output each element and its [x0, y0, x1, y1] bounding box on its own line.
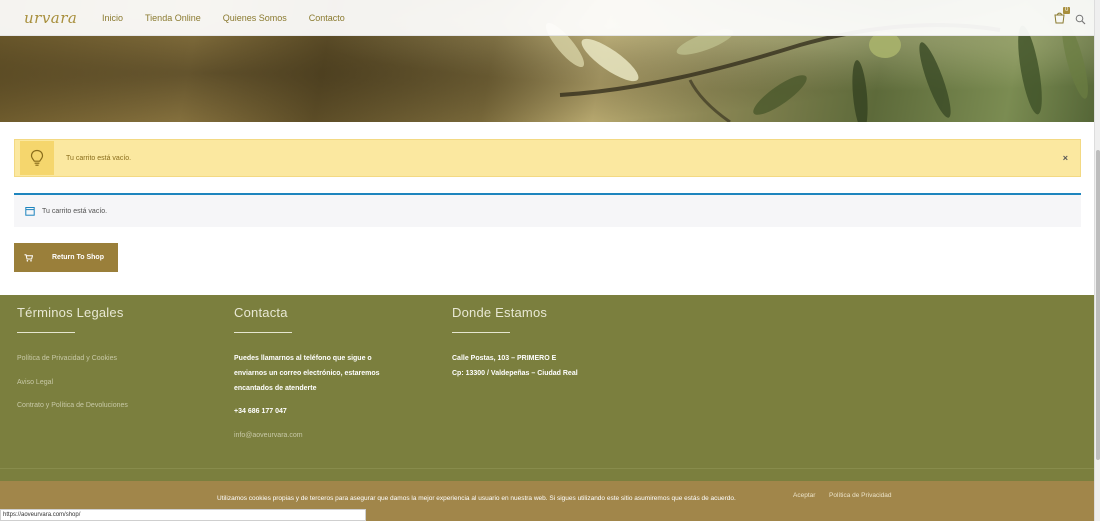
- contact-text-line: Puedes llamarnos al teléfono que sigue o: [234, 355, 372, 362]
- shopping-cart-icon: [24, 253, 33, 262]
- contact-email-link[interactable]: info@aoveurvara.com: [234, 432, 303, 439]
- privacy-cookies-link[interactable]: Política de Privacidad y Cookies: [17, 355, 117, 362]
- address-line: Cp: 13300 / Valdepeñas – Ciudad Real: [452, 370, 578, 377]
- footer-contact-title: Contacta: [234, 305, 288, 320]
- site-header: urvara Inicio Tienda Online Quienes Somo…: [0, 0, 1094, 36]
- address-line: Calle Postas, 103 – PRIMERO E: [452, 355, 557, 362]
- cookie-message: Utilizamos cookies propias y de terceros…: [217, 495, 736, 502]
- search-icon[interactable]: [1075, 12, 1086, 25]
- warning-message: Tu carrito está vacío.: [66, 154, 132, 162]
- footer-divider-line: [452, 332, 510, 333]
- cart-empty-warning: Tu carrito está vacío. ×: [14, 139, 1081, 177]
- contact-phone: +34 686 177 047: [234, 408, 287, 415]
- nav-item-inicio[interactable]: Inicio: [102, 13, 123, 23]
- nav-item-contacto[interactable]: Contacto: [309, 13, 345, 23]
- nav-item-quienes-somos[interactable]: Quienes Somos: [223, 13, 287, 23]
- header-icons: 0: [1053, 6, 1086, 25]
- scrollbar-thumb[interactable]: [1096, 150, 1100, 460]
- footer-divider-line: [234, 332, 292, 333]
- return-to-shop-button[interactable]: Return To Shop: [14, 243, 118, 272]
- footer-contact-column: Contacta Puedes llamarnos al teléfono qu…: [234, 305, 380, 439]
- footer-divider-line: [17, 332, 75, 333]
- site-logo[interactable]: urvara: [24, 7, 77, 29]
- nav-item-tienda-online[interactable]: Tienda Online: [145, 13, 201, 23]
- page: urvara Inicio Tienda Online Quienes Somo…: [0, 0, 1100, 521]
- footer-location-column: Donde Estamos Calle Postas, 103 – PRIMER…: [452, 305, 578, 377]
- cart-icon[interactable]: 0: [1053, 6, 1071, 25]
- returns-policy-link[interactable]: Contrato y Política de Devoluciones: [17, 402, 128, 409]
- main-nav: Inicio Tienda Online Quienes Somos Conta…: [102, 13, 367, 23]
- calendar-icon: [25, 207, 35, 216]
- logo-text: urvara: [24, 8, 78, 27]
- contact-text-line: encantados de atenderte: [234, 385, 317, 392]
- footer-legal-title: Términos Legales: [17, 305, 124, 320]
- lightbulb-icon: [20, 141, 54, 175]
- footer-legal-column: Términos Legales Política de Privacidad …: [17, 305, 128, 409]
- cookie-accept-button[interactable]: Aceptar: [793, 492, 815, 499]
- footer-bottom-divider: [0, 468, 1094, 469]
- page-scrollbar[interactable]: [1094, 0, 1100, 521]
- browser-status-url: https://aoveurvara.com/shop/: [0, 509, 366, 521]
- cart-count-badge: 0: [1063, 6, 1071, 14]
- info-message: Tu carrito está vacío.: [42, 207, 108, 215]
- legal-notice-link[interactable]: Aviso Legal: [17, 379, 53, 386]
- close-notice-button[interactable]: ×: [1063, 153, 1068, 163]
- return-to-shop-label: Return To Shop: [52, 254, 104, 261]
- cart-empty-info: Tu carrito está vacío.: [14, 193, 1081, 227]
- cookie-policy-link[interactable]: Política de Privacidad: [829, 492, 892, 499]
- footer-location-title: Donde Estamos: [452, 305, 548, 320]
- contact-text-line: enviarnos un correo electrónico, estarem…: [234, 370, 380, 377]
